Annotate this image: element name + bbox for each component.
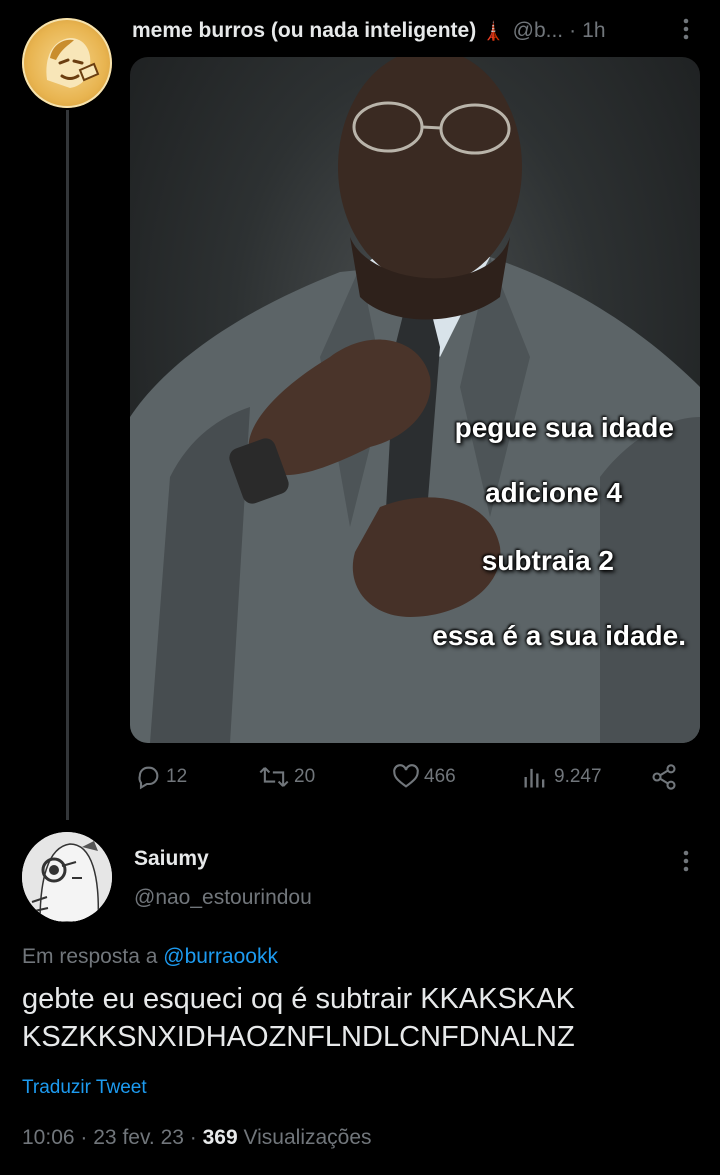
tweet-meta: 10:06 · 23 fev. 23 · 369 Visualizações	[22, 1126, 372, 1150]
reply-bubble-icon	[138, 766, 159, 790]
retweet-count: 20	[294, 766, 316, 787]
more-options-icon[interactable]	[674, 846, 698, 876]
retweet-icon	[259, 767, 289, 787]
separator-dot: ·	[80, 1126, 88, 1149]
reply-text: gebte eu esqueci oq é subtrair KKAKSKAK …	[22, 983, 575, 1053]
reply-to-handle-link[interactable]: @burraookk	[163, 945, 278, 968]
views-label: Visualizações	[243, 1126, 372, 1149]
separator-dot: ·	[569, 19, 577, 42]
tweet-header: meme burros (ou nada inteligente) 🗼 @b..…	[132, 14, 606, 48]
tower-emoji: 🗼	[482, 20, 505, 41]
meme-caption-line-4: essa é a sua idade.	[432, 620, 686, 651]
reply-author-handle[interactable]: @nao_estourindou	[134, 886, 312, 910]
meme-caption-line-1: pegue sua idade	[454, 412, 674, 443]
tweet-time[interactable]: 1h	[582, 19, 605, 43]
tweet-image[interactable]: pegue sua idade adicione 4 subtraia 2 es…	[130, 57, 700, 743]
reply-context-prefix: Em resposta a	[22, 945, 158, 968]
views-count: 9.247	[554, 766, 602, 787]
more-options-icon[interactable]	[674, 14, 698, 44]
reply-count: 12	[166, 766, 188, 787]
like-button[interactable]: 466	[392, 760, 456, 794]
author-handle[interactable]: @b...	[513, 19, 564, 43]
retweet-button[interactable]: 20	[258, 760, 315, 794]
meme-caption-line-3: subtraia 2	[481, 545, 614, 576]
heart-icon	[393, 764, 419, 788]
share-icon	[652, 764, 676, 790]
reply-button[interactable]: 12	[134, 760, 187, 794]
analytics-bar-icon	[524, 768, 545, 788]
separator-dot: ·	[189, 1126, 197, 1149]
thread-connector-line	[66, 110, 69, 820]
reply-author-name[interactable]: Saiumy	[134, 847, 209, 871]
views-total: 369	[202, 1126, 238, 1149]
author-name[interactable]: meme burros (ou nada inteligente)	[132, 19, 476, 43]
cartoon-face-avatar-icon	[22, 18, 112, 108]
reply-context: Em resposta a @burraookk	[22, 945, 278, 969]
translate-tweet-link[interactable]: Traduzir Tweet	[22, 1077, 147, 1099]
share-button[interactable]	[650, 760, 682, 794]
tweet-date[interactable]: 23 fev. 23	[93, 1126, 184, 1149]
views-button[interactable]: 9.247	[520, 760, 602, 794]
tweet-time[interactable]: 10:06	[22, 1126, 75, 1149]
like-count: 466	[424, 766, 456, 787]
author-avatar[interactable]	[22, 18, 112, 108]
meme-caption-line-2: adicione 4	[485, 477, 622, 508]
anime-character-avatar-icon	[22, 832, 112, 922]
reply-author-avatar[interactable]	[22, 832, 112, 922]
